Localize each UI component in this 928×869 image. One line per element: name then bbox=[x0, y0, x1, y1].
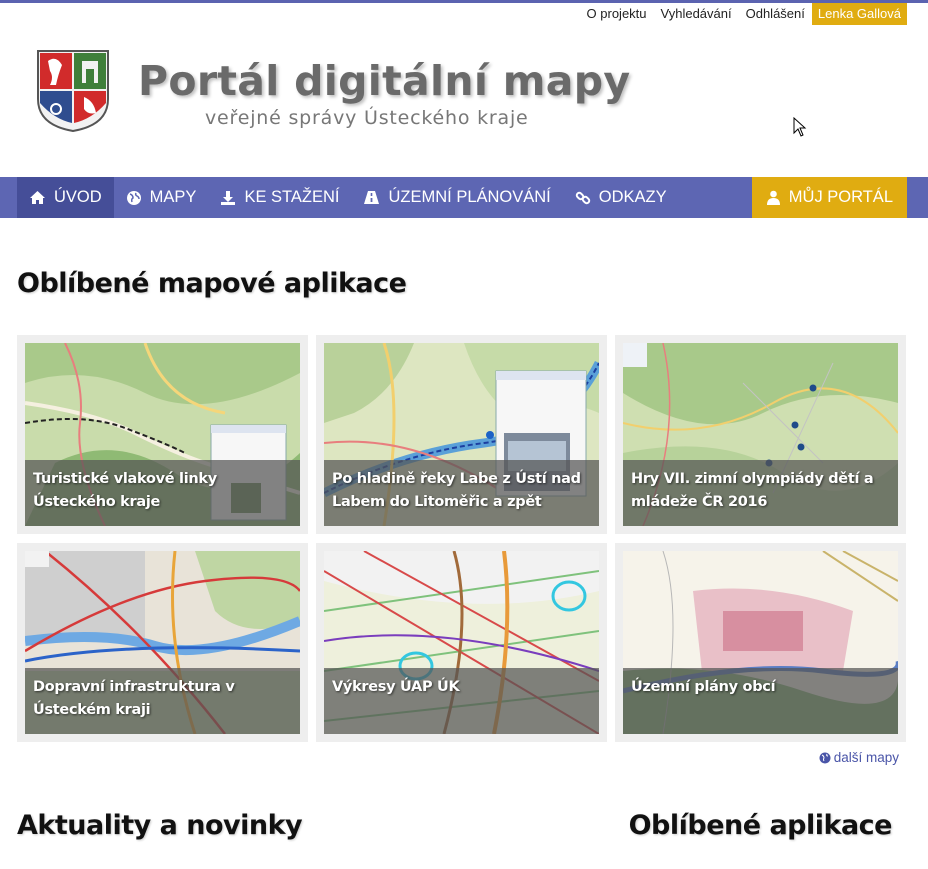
map-tile-title: Hry VII. zimní olympiády dětí a mládeže … bbox=[631, 471, 874, 510]
map-tile-title: Turistické vlakové linky Ústeckého kraje bbox=[33, 471, 217, 510]
map-tile-title: Po hladině řeky Labe z Ústí nad Labem do… bbox=[332, 471, 581, 510]
news-section-title: Aktuality a novinky bbox=[17, 810, 303, 841]
nav-item-planning[interactable]: ÚZEMNÍ PLÁNOVÁNÍ bbox=[351, 177, 562, 218]
map-tile-caption: Výkresy ÚAP ÚK bbox=[324, 668, 599, 734]
about-project-link[interactable]: O projektu bbox=[580, 3, 654, 25]
map-tile-title: Územní plány obcí bbox=[631, 679, 776, 695]
map-tile-caption: Dopravní infrastruktura v Ústeckém kraji bbox=[25, 668, 300, 734]
site-subtitle: veřejné správy Ústeckého kraje bbox=[205, 107, 529, 129]
search-link[interactable]: Vyhledávání bbox=[654, 3, 739, 25]
my-portal-label: MŮJ PORTÁL bbox=[788, 188, 893, 206]
coat-of-arms-icon[interactable] bbox=[34, 47, 112, 133]
map-tile-title: Dopravní infrastruktura v Ústeckém kraji bbox=[33, 679, 235, 718]
map-tile[interactable]: Turistické vlakové linky Ústeckého kraje bbox=[17, 335, 308, 534]
map-tile[interactable]: Dopravní infrastruktura v Ústeckém kraji bbox=[17, 543, 308, 742]
mouse-cursor-icon bbox=[793, 117, 807, 137]
nav-item-links[interactable]: ODKAZY bbox=[563, 177, 679, 218]
nav-item-planning-label: ÚZEMNÍ PLÁNOVÁNÍ bbox=[388, 188, 551, 206]
road-icon bbox=[364, 191, 380, 204]
top-utility-bar: O projektu Vyhledávání Odhlášení Lenka G… bbox=[580, 3, 907, 25]
favorite-apps-title: Oblíbené aplikace bbox=[628, 810, 893, 841]
user-icon bbox=[766, 190, 780, 205]
map-tile-title: Výkresy ÚAP ÚK bbox=[332, 679, 460, 695]
nav-item-maps-label: MAPY bbox=[149, 188, 197, 206]
nav-item-home-label: ÚVOD bbox=[54, 188, 102, 206]
nav-item-maps[interactable]: MAPY bbox=[114, 177, 209, 218]
map-tile[interactable]: Hry VII. zimní olympiády dětí a mládeže … bbox=[615, 335, 906, 534]
map-tile-caption: Po hladině řeky Labe z Ústí nad Labem do… bbox=[324, 460, 599, 526]
download-icon bbox=[221, 190, 236, 205]
map-tile-caption: Územní plány obcí bbox=[623, 668, 898, 734]
more-maps-link[interactable]: další mapy bbox=[819, 750, 899, 765]
nav-item-downloads[interactable]: KE STAŽENÍ bbox=[208, 177, 351, 218]
map-tile[interactable]: Výkresy ÚAP ÚK bbox=[316, 543, 607, 742]
navbar-edge-left bbox=[0, 177, 17, 218]
my-portal-button[interactable]: MŮJ PORTÁL bbox=[751, 177, 907, 218]
nav-item-downloads-label: KE STAŽENÍ bbox=[244, 188, 340, 206]
map-tile-caption: Hry VII. zimní olympiády dětí a mládeže … bbox=[623, 460, 898, 526]
map-tile[interactable]: Po hladině řeky Labe z Ústí nad Labem do… bbox=[316, 335, 607, 534]
link-icon bbox=[575, 191, 590, 204]
nav-item-home[interactable]: ÚVOD bbox=[17, 177, 114, 218]
user-name-link[interactable]: Lenka Gallová bbox=[811, 3, 907, 25]
map-tile[interactable]: Územní plány obcí bbox=[615, 543, 906, 742]
site-header: Portál digitální mapy veřejné správy Úst… bbox=[0, 25, 928, 177]
main-navigation: ÚVOD MAPY KE STAŽENÍ ÚZEMNÍ PLÁNOVÁNÍ OD… bbox=[17, 177, 907, 218]
globe-icon bbox=[126, 190, 141, 205]
home-icon bbox=[30, 191, 45, 204]
site-title[interactable]: Portál digitální mapy bbox=[138, 57, 630, 105]
favorite-map-apps-title: Oblíbené mapové aplikace bbox=[17, 268, 407, 299]
nav-item-links-label: ODKAZY bbox=[598, 188, 667, 206]
map-tile-caption: Turistické vlakové linky Ústeckého kraje bbox=[25, 460, 300, 526]
logout-link[interactable]: Odhlášení bbox=[739, 3, 812, 25]
more-maps-label: další mapy bbox=[833, 750, 899, 765]
globe-icon bbox=[819, 752, 831, 763]
navbar-edge-right bbox=[907, 177, 928, 218]
